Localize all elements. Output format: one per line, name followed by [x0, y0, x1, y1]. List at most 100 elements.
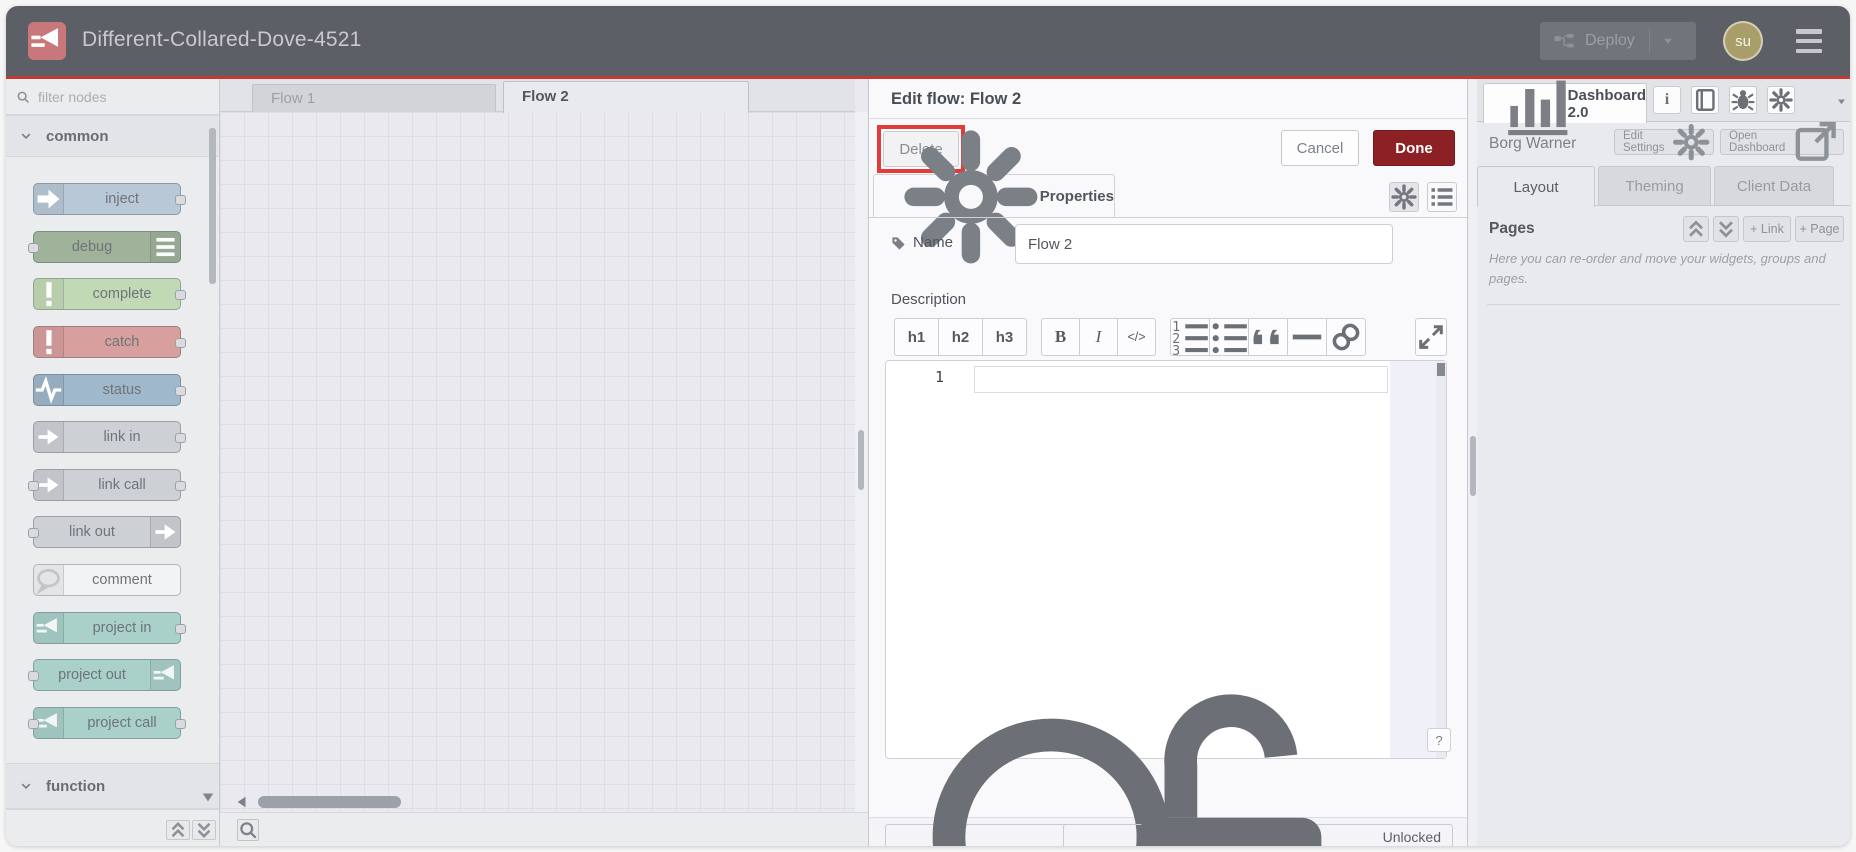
palette-category-common[interactable]: common: [6, 115, 219, 157]
palette-node-label: inject: [105, 191, 139, 207]
heading1-button[interactable]: h1: [894, 318, 939, 356]
editor-minimap[interactable]: [1390, 361, 1436, 758]
palette-search[interactable]: [6, 79, 219, 115]
node-red-mark-icon: [150, 660, 180, 690]
tab-layout[interactable]: Layout: [1477, 166, 1595, 207]
palette-node-debug[interactable]: debug: [28, 231, 181, 263]
tab-properties[interactable]: Properties: [873, 129, 1115, 264]
tab-flow-1[interactable]: Flow 1: [252, 84, 496, 112]
canvas-search-button[interactable]: [237, 819, 259, 841]
palette-scrollbar[interactable]: [209, 128, 216, 284]
deploy-button[interactable]: Deploy: [1540, 22, 1696, 60]
main-menu-icon[interactable]: [1796, 29, 1822, 53]
tab-flow-2[interactable]: Flow 2: [503, 81, 749, 113]
filter-nodes-input[interactable]: [38, 88, 198, 105]
tab-client-data[interactable]: Client Data: [1714, 166, 1834, 206]
palette-node-status[interactable]: status: [33, 374, 186, 406]
editor-expand-button[interactable]: [1415, 318, 1447, 356]
node-port-left: [28, 671, 39, 681]
palette-expand-all-button[interactable]: [192, 820, 216, 840]
code-button[interactable]: </>: [1117, 318, 1156, 356]
cancel-button[interactable]: Cancel: [1281, 130, 1359, 166]
tab-dashboard-2[interactable]: Dashboard 2.0: [1483, 80, 1647, 135]
palette-category-function[interactable]: function: [6, 763, 219, 809]
hr-icon: [1288, 318, 1326, 356]
node-red-logo-icon: [28, 22, 66, 60]
italic-button[interactable]: I: [1079, 318, 1118, 356]
add-link-button[interactable]: + Link: [1743, 216, 1791, 242]
debug-button[interactable]: [1729, 86, 1757, 114]
horizontal-rule-button[interactable]: [1287, 318, 1327, 356]
gear-icon: [1390, 183, 1418, 211]
heading2-button[interactable]: h2: [938, 318, 983, 356]
palette-footer: [6, 809, 219, 846]
open-dashboard-label: Open Dashboard: [1729, 130, 1786, 154]
pages-expand-all-button[interactable]: [1713, 216, 1739, 242]
unordered-list-button[interactable]: [1209, 318, 1249, 356]
search-icon: [238, 820, 258, 840]
chevron-down-icon: [20, 130, 32, 142]
bold-button[interactable]: B: [1041, 318, 1080, 356]
node-port-left: [28, 719, 39, 729]
editor-scrollbar[interactable]: [1437, 363, 1445, 376]
palette-node-inject[interactable]: inject: [33, 183, 186, 215]
workspace-scrollbar[interactable]: [858, 430, 864, 490]
exclamation-icon: [34, 327, 64, 357]
horizontal-scrollbar[interactable]: [258, 796, 401, 808]
edit-properties-button[interactable]: [1389, 182, 1419, 212]
heading3-button[interactable]: h3: [982, 318, 1027, 356]
scroll-left-icon[interactable]: [235, 795, 249, 809]
palette-node-label: complete: [92, 286, 152, 302]
help-docs-button[interactable]: [1691, 86, 1719, 114]
sidebar: Dashboard 2.0 i Borg Warner Edit Setting…: [1477, 79, 1850, 846]
palette-node-link-call[interactable]: link call: [28, 469, 186, 501]
palette-node-link-out[interactable]: link out: [28, 516, 181, 548]
palette-node-catch[interactable]: catch: [33, 326, 186, 358]
double-chevron-down-icon: [193, 819, 215, 841]
deploy-caret-icon[interactable]: [1662, 35, 1674, 47]
sidebar-menu-caret-icon[interactable]: [1836, 96, 1847, 107]
node-red-logo: [28, 22, 66, 60]
palette-node-link-in[interactable]: link in: [33, 421, 186, 453]
palette-node-label: link in: [103, 429, 141, 445]
node-port-right: [175, 433, 186, 443]
add-page-button[interactable]: + Page: [1795, 216, 1844, 242]
palette-collapse-all-button[interactable]: [166, 820, 190, 840]
palette-node-project-call[interactable]: project call: [28, 707, 186, 739]
link-button[interactable]: [1326, 318, 1366, 356]
sidebar-splitter-handle[interactable]: [1470, 436, 1476, 496]
pages-section-title: Pages: [1489, 220, 1535, 237]
pages-collapse-all-button[interactable]: [1683, 216, 1709, 242]
done-button[interactable]: Done: [1373, 130, 1455, 166]
dialog-title-divider: [869, 118, 1467, 119]
node-port-left: [28, 528, 39, 538]
exclamation-icon: [34, 279, 64, 309]
ordered-list-button[interactable]: 123: [1170, 318, 1210, 356]
node-port-left: [28, 243, 39, 253]
quote-button[interactable]: [1248, 318, 1288, 356]
open-dashboard-button[interactable]: Open Dashboard: [1720, 122, 1844, 161]
tag-icon: [891, 236, 906, 251]
chain-link-icon: [1327, 318, 1365, 356]
tab-theming[interactable]: Theming: [1598, 166, 1711, 206]
dashboard-section-tabs: Layout Theming Client Data: [1477, 166, 1850, 207]
palette-node-project-in[interactable]: project in: [33, 612, 186, 644]
header-bar: Different-Collared-Dove-4521 Deploy su: [6, 6, 1850, 76]
lock-open-icon: [1075, 683, 1383, 846]
info-button[interactable]: i: [1653, 86, 1681, 114]
description-list-button[interactable]: [1427, 182, 1457, 212]
edit-settings-label: Edit Settings: [1623, 130, 1665, 154]
palette-node-project-out[interactable]: project out: [28, 659, 181, 691]
config-nodes-button[interactable]: [1767, 86, 1795, 114]
flow-canvas[interactable]: [220, 112, 855, 812]
flow-name-input[interactable]: [1015, 224, 1393, 264]
editor-help-button[interactable]: ?: [1427, 728, 1451, 752]
palette-node-complete[interactable]: complete: [33, 278, 186, 310]
edit-settings-button[interactable]: Edit Settings: [1614, 123, 1714, 161]
user-avatar[interactable]: su: [1723, 21, 1763, 61]
flow-locked-toggle[interactable]: Unlocked: [1062, 693, 1453, 846]
palette-scroll-down-icon[interactable]: [200, 790, 216, 804]
palette-node-label: catch: [104, 334, 140, 350]
palette-node-comment[interactable]: comment: [33, 564, 181, 596]
pages-divider: [1487, 304, 1840, 305]
